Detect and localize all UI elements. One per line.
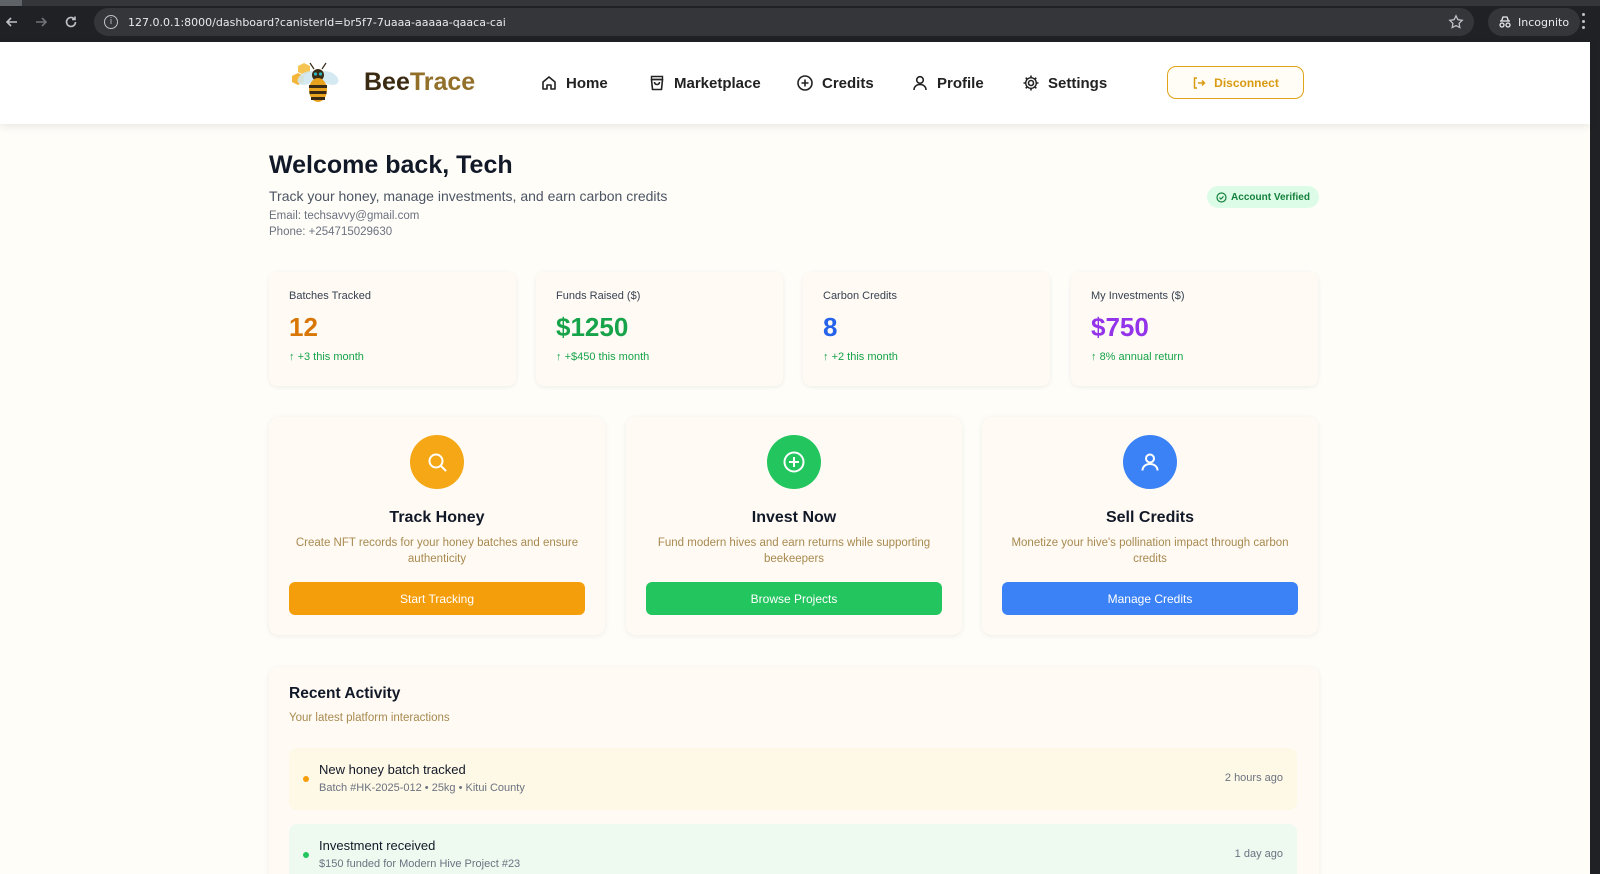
- incognito-indicator[interactable]: Incognito: [1488, 8, 1580, 36]
- stat-label: My Investments ($): [1091, 290, 1185, 302]
- incognito-label: Incognito: [1518, 15, 1570, 29]
- action-description: Monetize your hive's pollination impact …: [1011, 537, 1289, 565]
- status-dot: [303, 852, 309, 858]
- start-tracking-button[interactable]: Start Tracking: [289, 582, 585, 615]
- search-icon: [410, 435, 464, 489]
- page-title: Welcome back, Tech: [269, 151, 513, 179]
- bookmark-star-icon[interactable]: [1448, 14, 1464, 35]
- action-card-track-honey: Track Honey Create NFT records for your …: [269, 417, 605, 635]
- stat-delta-text: +3 this month: [297, 351, 364, 363]
- back-icon[interactable]: [2, 12, 22, 32]
- activity-title: Investment received: [319, 838, 436, 853]
- stat-label: Carbon Credits: [823, 290, 897, 302]
- plus-circle-icon: [797, 75, 813, 91]
- stat-delta: ↑ +$450 this month: [556, 351, 649, 363]
- action-card-invest: Invest Now Fund modern hives and earn re…: [626, 417, 962, 635]
- window-edge: [1590, 42, 1600, 874]
- stat-value: $750: [1091, 312, 1149, 342]
- activity-time: 2 hours ago: [1224, 772, 1283, 784]
- gear-icon: [1023, 75, 1039, 91]
- stat-delta: ↑ 8% annual return: [1091, 351, 1183, 363]
- nav-settings-label: Settings: [1048, 74, 1108, 92]
- nav-home[interactable]: Home: [540, 74, 608, 92]
- status-badge-label: Account Verified: [1231, 191, 1310, 203]
- list-item[interactable]: New honey batch tracked Batch #HK-2025-0…: [289, 748, 1297, 810]
- nav-settings[interactable]: Settings: [1022, 74, 1107, 92]
- stat-delta-text: +2 this month: [831, 351, 898, 363]
- user-email: Email: techsavvy@gmail.com: [269, 210, 420, 222]
- nav-credits[interactable]: Credits: [796, 74, 874, 92]
- stat-delta: ↑ +2 this month: [823, 351, 898, 363]
- action-card-sell-credits: Sell Credits Monetize your hive's pollin…: [982, 417, 1318, 635]
- nav-profile-label: Profile: [937, 74, 984, 92]
- browse-projects-button[interactable]: Browse Projects: [646, 582, 942, 615]
- stat-value: 12: [289, 312, 318, 342]
- action-title: Sell Credits: [1105, 509, 1195, 526]
- home-icon: [542, 76, 556, 90]
- nav-home-label: Home: [566, 74, 608, 92]
- nav-marketplace-label: Marketplace: [674, 74, 761, 92]
- user-icon: [913, 75, 927, 91]
- disconnect-label: Disconnect: [1214, 75, 1279, 90]
- recent-activity-panel: Recent Activity Your latest platform int…: [269, 667, 1319, 874]
- action-title: Track Honey: [389, 509, 485, 526]
- manage-credits-button[interactable]: Manage Credits: [1002, 582, 1298, 615]
- nav-profile[interactable]: Profile: [911, 74, 984, 92]
- plus-circle-icon: [767, 435, 821, 489]
- app-header: BeeTrace Home Marketplace Credits Profil…: [0, 42, 1590, 124]
- reload-icon[interactable]: [61, 12, 81, 32]
- nav-credits-label: Credits: [822, 74, 874, 92]
- activity-title: New honey batch tracked: [319, 762, 466, 777]
- page-subtitle: Track your honey, manage investments, an…: [269, 188, 668, 204]
- section-subtitle: Your latest platform interactions: [289, 712, 450, 724]
- browser-tabstrip: [0, 0, 1600, 6]
- brand-name[interactable]: BeeTrace: [364, 68, 475, 97]
- address-bar[interactable]: i 127.0.0.1:8000/dashboard?canisterId=br…: [94, 8, 1474, 36]
- browser-toolbar: i 127.0.0.1:8000/dashboard?canisterId=br…: [0, 0, 1600, 42]
- check-circle-icon: [1216, 191, 1227, 203]
- stat-card-batches: Batches Tracked 12 ↑ +3 this month: [269, 272, 516, 386]
- arrow-up-icon: ↑: [556, 351, 565, 363]
- status-badge: Account Verified: [1207, 186, 1319, 208]
- stat-value: $1250: [556, 312, 629, 342]
- user-icon: [1123, 435, 1177, 489]
- action-description: Create NFT records for your honey batche…: [295, 537, 579, 565]
- shopping-bag-icon: [650, 75, 664, 91]
- activity-detail: Batch #HK-2025-012 • 25kg • Kitui County: [319, 782, 525, 794]
- stat-value: 8: [823, 312, 838, 342]
- brand-name-part2: Trace: [409, 68, 476, 96]
- user-phone: Phone: +254715029630: [269, 226, 393, 238]
- browser-menu-icon[interactable]: [1582, 13, 1586, 29]
- activity-time: 1 day ago: [1234, 848, 1283, 860]
- arrow-up-icon: ↑: [1091, 351, 1100, 363]
- action-description: Fund modern hives and earn returns while…: [657, 537, 931, 565]
- status-dot: [303, 776, 309, 782]
- arrow-up-icon: ↑: [289, 351, 298, 363]
- action-title: Invest Now: [751, 509, 837, 526]
- nav-marketplace[interactable]: Marketplace: [648, 74, 761, 92]
- section-title: Recent Activity: [289, 685, 401, 702]
- url-text[interactable]: 127.0.0.1:8000/dashboard?canisterId=br5f…: [128, 16, 506, 29]
- forward-icon[interactable]: [31, 12, 51, 32]
- arrow-up-icon: ↑: [823, 351, 832, 363]
- stat-card-carbon: Carbon Credits 8 ↑ +2 this month: [803, 272, 1050, 386]
- stat-card-funds: Funds Raised ($) $1250 ↑ +$450 this mont…: [536, 272, 783, 386]
- logout-icon: [1193, 76, 1206, 89]
- bee-logo-icon[interactable]: [290, 60, 346, 106]
- brand-name-part1: Bee: [364, 68, 410, 96]
- stat-delta-text: +$450 this month: [564, 351, 650, 363]
- disconnect-button[interactable]: Disconnect: [1167, 66, 1304, 99]
- stat-card-investments: My Investments ($) $750 ↑ 8% annual retu…: [1071, 272, 1318, 386]
- stat-delta: ↑ +3 this month: [289, 351, 364, 363]
- stat-delta-text: 8% annual return: [1099, 351, 1184, 363]
- stat-label: Batches Tracked: [289, 290, 371, 302]
- browser-tab[interactable]: [0, 0, 22, 6]
- activity-detail: $150 funded for Modern Hive Project #23: [319, 858, 521, 870]
- stat-label: Funds Raised ($): [556, 290, 641, 302]
- incognito-icon: [1499, 16, 1511, 28]
- list-item[interactable]: Investment received $150 funded for Mode…: [289, 824, 1297, 874]
- site-info-icon[interactable]: i: [104, 15, 118, 29]
